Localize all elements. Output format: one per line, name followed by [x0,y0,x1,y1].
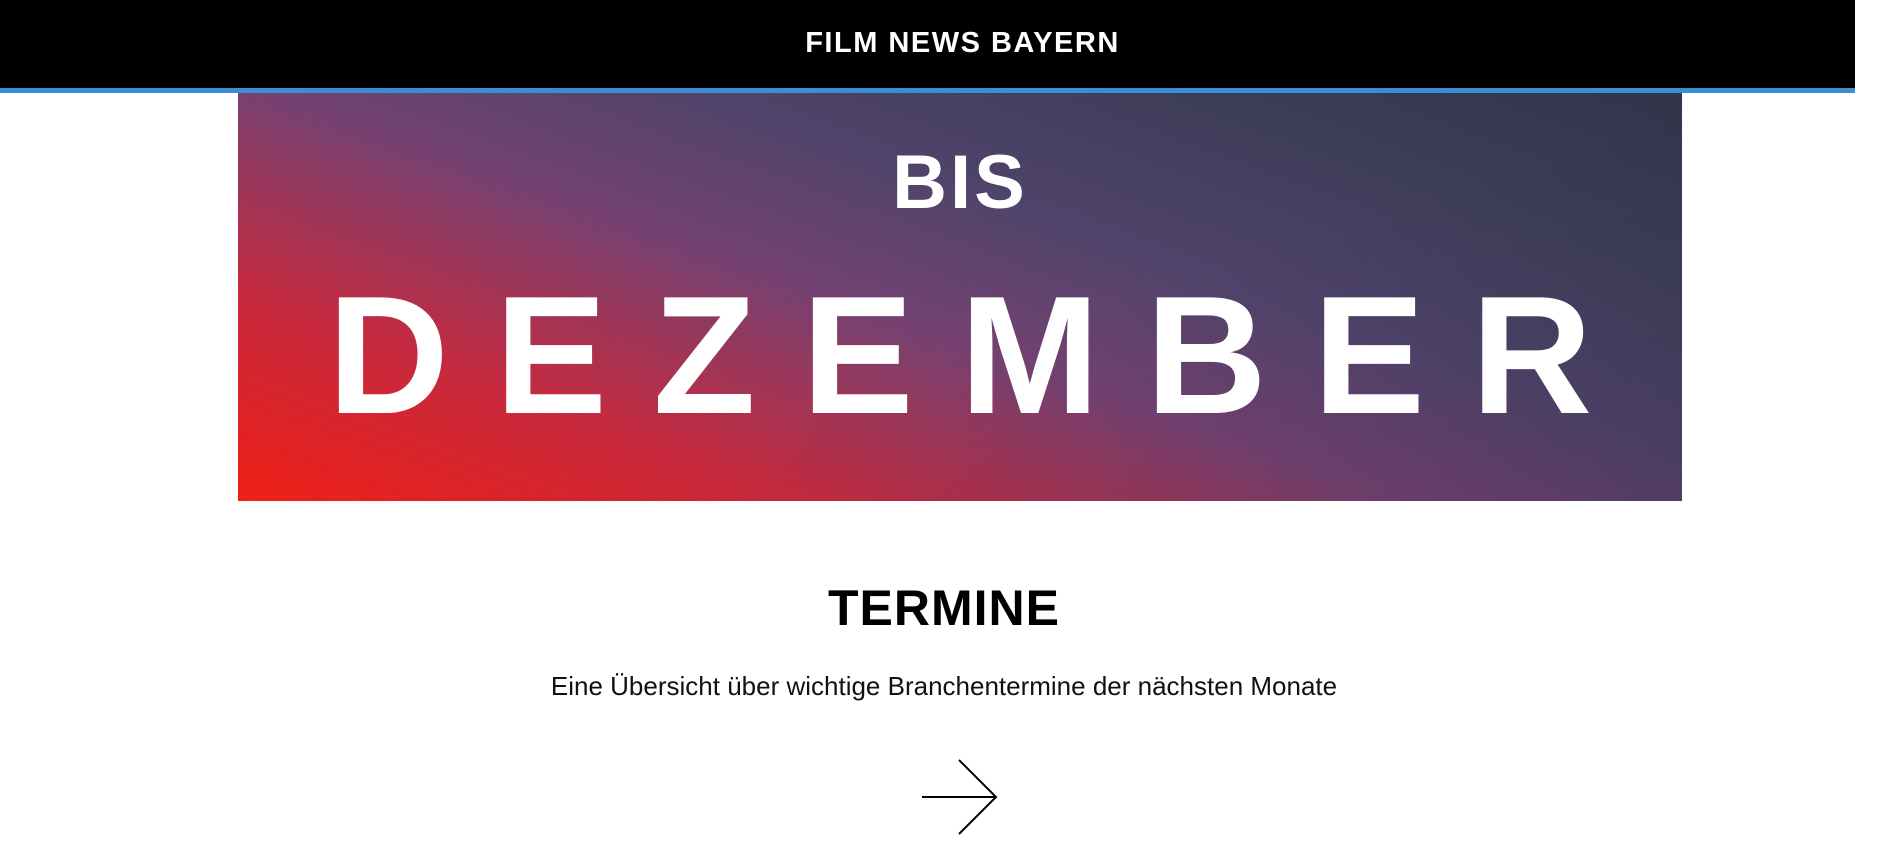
hero-banner: BIS DEZEMBER [238,93,1682,501]
section-title: TERMINE [828,580,1060,636]
section-subtitle: Eine Übersicht über wichtige Branchenter… [550,671,1338,701]
site-logo-link[interactable]: FILM NEWS BAYERN [805,27,1120,60]
arrow-right-icon [922,759,998,835]
more-link[interactable] [918,757,1000,837]
site-header: FILM NEWS BAYERN [0,0,1855,93]
hero-line-dezember: DEZEMBER [327,261,1639,449]
hero-line-bis: BIS [892,140,1028,225]
